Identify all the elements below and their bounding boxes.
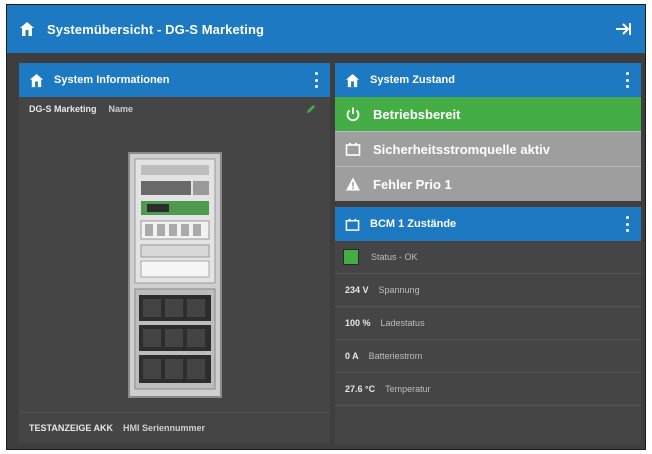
warning-icon (346, 177, 360, 191)
system-state-title: System Zustand (370, 74, 455, 86)
bcm-label: Spannung (378, 285, 420, 295)
page-title: Systemübersicht - DG-S Marketing (47, 21, 265, 37)
system-info-card: System Informationen DG-S Marketing Name (19, 63, 330, 443)
cabinet-image (128, 152, 222, 398)
home-icon[interactable] (19, 21, 35, 37)
home-icon (29, 73, 44, 87)
bcm-value: 100 % (345, 318, 371, 328)
battery-icon (345, 143, 361, 156)
bcm-label: Batteriestrom (368, 351, 423, 361)
bcm-row-voltage: 234 V Spannung (335, 274, 641, 307)
status-indicator (343, 249, 359, 265)
more-menu-icon[interactable] (625, 216, 629, 232)
system-name-row: DG-S Marketing Name (19, 97, 330, 121)
system-name-value: DG-S Marketing (29, 104, 97, 114)
state-row-ready: Betriebsbereit (335, 97, 641, 132)
system-state-header: System Zustand (335, 63, 641, 97)
system-name-label: Name (108, 104, 134, 114)
bcm-label: Temperatur (385, 384, 431, 394)
bcm-row-temperature: 27.6 °C Temperatur (335, 373, 641, 406)
bcm-status-row: Status - OK (335, 241, 641, 274)
state-label: Fehler Prio 1 (373, 176, 452, 192)
bcm-label: Ladestatus (380, 318, 425, 328)
status-label: Status - OK (371, 252, 418, 262)
bcm-value: 27.6 °C (345, 384, 376, 394)
power-icon (346, 107, 360, 122)
state-row-safety-power: Sicherheitsstromquelle aktiv (335, 132, 641, 167)
bcm-card: BCM 1 Zustände Status - OK 234 V Spannun… (335, 207, 641, 445)
state-label: Betriebsbereit (373, 106, 461, 122)
home-icon (345, 73, 360, 87)
bcm-row-charge: 100 % Ladestatus (335, 307, 641, 340)
bcm-value: 0 A (345, 351, 359, 361)
hmi-serial-label: HMI Seriennummer (123, 423, 206, 433)
top-bar: Systemübersicht - DG-S Marketing (7, 5, 645, 53)
bcm-title: BCM 1 Zustände (370, 218, 457, 230)
arrow-right-icon[interactable] (613, 19, 633, 39)
bcm-row-current: 0 A Batteriestrom (335, 340, 641, 373)
more-menu-icon[interactable] (314, 72, 318, 88)
state-row-error: Fehler Prio 1 (335, 167, 641, 201)
battery-icon (345, 218, 360, 231)
bcm-value: 234 V (345, 285, 369, 295)
hmi-serial-value: TESTANZEIGE AKK (29, 423, 114, 433)
app-window: Systemübersicht - DG-S Marketing System … (6, 4, 646, 450)
system-info-header: System Informationen (19, 63, 330, 97)
state-label: Sicherheitsstromquelle aktiv (373, 141, 551, 157)
bcm-header: BCM 1 Zustände (335, 207, 641, 241)
edit-pencil-icon[interactable] (305, 104, 316, 115)
system-info-title: System Informationen (54, 74, 170, 86)
system-state-card: System Zustand Betriebsbereit Sicherheit… (335, 63, 641, 201)
more-menu-icon[interactable] (625, 72, 629, 88)
hmi-serial-row: TESTANZEIGE AKK HMI Seriennummer (19, 412, 330, 443)
